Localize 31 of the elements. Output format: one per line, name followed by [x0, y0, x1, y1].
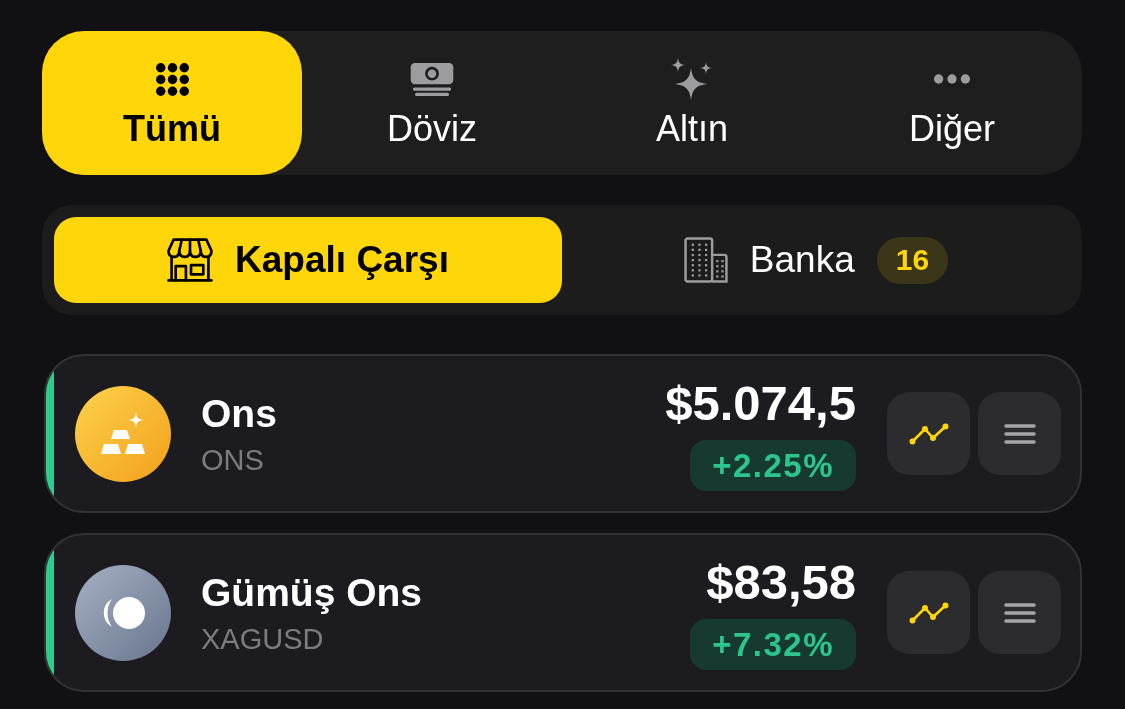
- menu-icon: [1003, 423, 1036, 444]
- line-chart-icon: [908, 601, 949, 624]
- building-icon: [683, 237, 728, 283]
- grid-icon: [154, 62, 190, 96]
- asset-name: Gümüş Ons: [201, 569, 423, 616]
- menu-button[interactable]: [978, 392, 1061, 475]
- storefront-icon: [167, 238, 214, 282]
- asset-symbol: ONS: [201, 442, 264, 477]
- asset-symbol: XAGUSD: [201, 621, 324, 656]
- asset-name: Ons: [201, 390, 277, 437]
- category-tab[interactable]: Tümü: [42, 31, 302, 175]
- asset-price: $83,58: [706, 555, 856, 609]
- line-chart-icon: [908, 422, 949, 445]
- banknote-icon: [410, 62, 454, 96]
- count-badge: 16: [876, 236, 949, 284]
- chart-button[interactable]: [887, 571, 970, 654]
- source-tab[interactable]: Banka 16: [562, 217, 1070, 303]
- category-tab[interactable]: Döviz: [302, 31, 562, 175]
- category-tab[interactable]: Diğer: [822, 31, 1082, 175]
- source-tab[interactable]: Kapalı Çarşı: [54, 217, 562, 303]
- coin-icon: [75, 564, 171, 661]
- chart-button[interactable]: [887, 392, 970, 475]
- menu-button[interactable]: [978, 571, 1061, 654]
- sparkles-icon: [671, 58, 713, 100]
- ingots-icon: [75, 385, 171, 482]
- change-badge: +2.25%: [690, 440, 856, 491]
- menu-icon: [1003, 602, 1036, 623]
- category-tab[interactable]: Altın: [562, 31, 822, 175]
- asset-price: $5.074,5: [665, 376, 856, 430]
- more-icon: [934, 74, 970, 84]
- change-badge: +7.32%: [690, 619, 856, 670]
